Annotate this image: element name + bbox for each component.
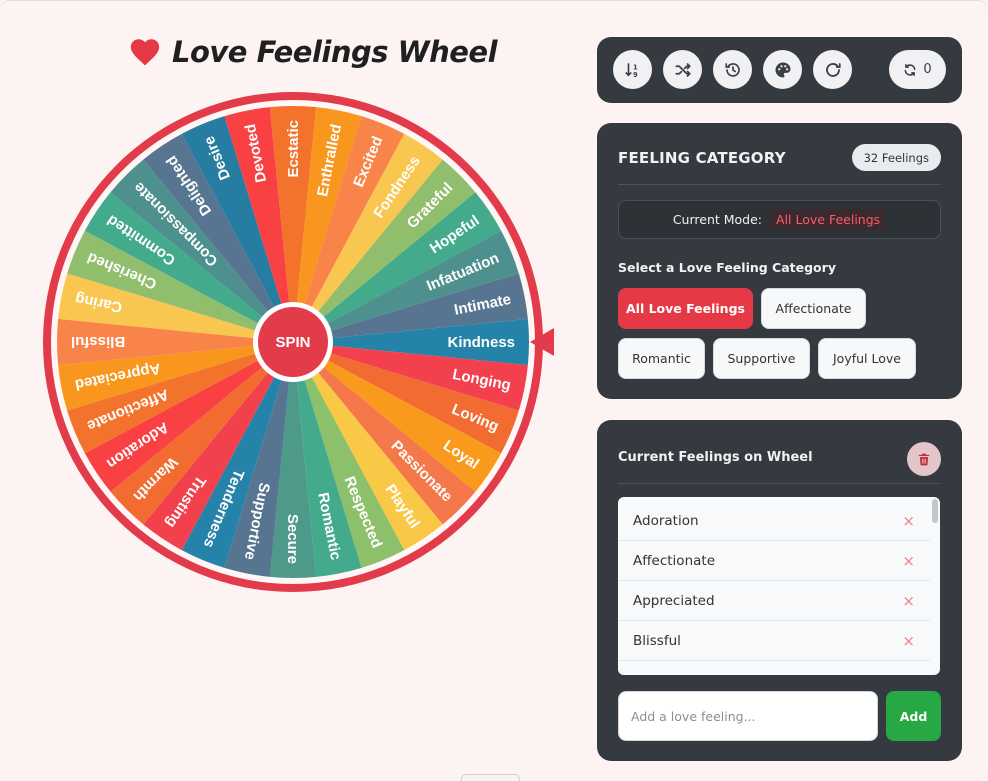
- add-button[interactable]: Add: [886, 691, 941, 741]
- list-item: Adoration ×: [618, 501, 930, 541]
- page-title: Love Feelings Wheel: [128, 32, 498, 72]
- wheel-segment-label: Blissful: [71, 333, 125, 350]
- spin-count: 0: [923, 62, 932, 77]
- select-category-label: Select a Love Feeling Category: [618, 260, 836, 275]
- clear-all-button[interactable]: [907, 442, 941, 476]
- list-item: Affectionate ×: [618, 541, 930, 581]
- mode-label: Current Mode:: [672, 212, 763, 227]
- sync-icon: [904, 63, 916, 76]
- shuffle-icon: [674, 62, 691, 77]
- history-button[interactable]: [713, 50, 752, 89]
- feelings-list[interactable]: Adoration × Affectionate × Appreciated ×…: [618, 497, 940, 675]
- add-feeling-input[interactable]: [618, 691, 878, 741]
- close-icon[interactable]: ×: [902, 632, 915, 650]
- list-scrollbar[interactable]: [932, 499, 938, 523]
- redo-button[interactable]: [813, 50, 852, 89]
- spin-button[interactable]: SPIN: [253, 302, 333, 382]
- toolbar-panel: 19 0: [597, 37, 962, 103]
- wheel-segment-label: Ecstatic: [285, 120, 302, 178]
- list-item: Blissful ×: [618, 621, 930, 661]
- trash-icon: [918, 453, 930, 465]
- category-panel: FEELING CATEGORY 32 Feelings Current Mod…: [597, 123, 962, 399]
- list-item: Appreciated ×: [618, 581, 930, 621]
- reset-count-button[interactable]: 0: [889, 50, 946, 89]
- feelings-panel: Current Feelings on Wheel Adoration × Af…: [597, 420, 962, 761]
- list-item-partial: [618, 661, 930, 675]
- close-icon[interactable]: ×: [902, 592, 915, 610]
- chip-supportive[interactable]: Supportive: [713, 338, 810, 379]
- sort-numeric-icon: 19: [624, 62, 638, 78]
- sort-button[interactable]: 19: [613, 50, 652, 89]
- category-divider: [618, 184, 941, 185]
- chip-romantic[interactable]: Romantic: [618, 338, 705, 379]
- title-text: Love Feelings Wheel: [172, 35, 498, 69]
- chip-affectionate[interactable]: Affectionate: [761, 288, 866, 329]
- bottom-tab[interactable]: [461, 774, 520, 781]
- spin-label: SPIN: [275, 334, 310, 351]
- feelings-wheel[interactable]: KindnessLongingLovingLoyalPassionatePlay…: [40, 90, 560, 595]
- history-icon: [724, 62, 740, 77]
- feeling-name: Appreciated: [633, 592, 715, 609]
- wheel-segment-label: Kindness: [447, 334, 515, 351]
- feelings-title: Current Feelings on Wheel: [618, 450, 813, 465]
- svg-text:9: 9: [633, 70, 638, 78]
- feeling-name: Adoration: [633, 512, 699, 529]
- shuffle-button[interactable]: [663, 50, 702, 89]
- feelings-divider: [618, 483, 941, 484]
- feeling-name: Affectionate: [633, 552, 715, 569]
- chip-all-love-feelings[interactable]: All Love Feelings: [618, 288, 753, 329]
- heart-icon: [128, 35, 162, 69]
- category-title: FEELING CATEGORY: [618, 149, 786, 167]
- palette-icon: [775, 62, 790, 77]
- redo-icon: [825, 62, 841, 77]
- feeling-name: Blissful: [633, 632, 681, 649]
- theme-button[interactable]: [763, 50, 802, 89]
- current-mode-box: Current Mode: All Love Feelings: [618, 200, 941, 239]
- mode-value: All Love Feelings: [770, 209, 887, 230]
- feelings-count-badge: 32 Feelings: [851, 144, 941, 171]
- wheel-segment-label: Secure: [284, 514, 301, 564]
- close-icon[interactable]: ×: [902, 552, 915, 570]
- close-icon[interactable]: ×: [902, 512, 915, 530]
- chip-joyful-love[interactable]: Joyful Love: [818, 338, 916, 379]
